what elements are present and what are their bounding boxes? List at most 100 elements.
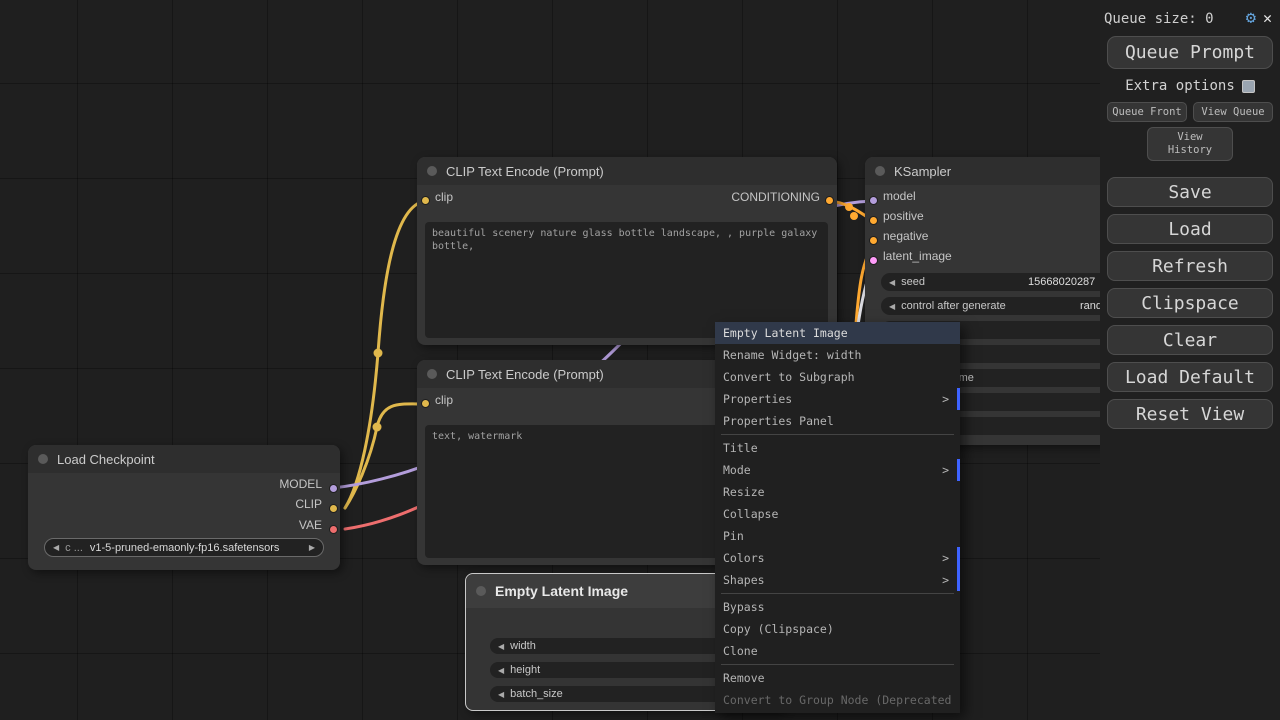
link-midpoint-dot: [850, 212, 858, 220]
decrement-arrow-icon[interactable]: ◀: [889, 302, 895, 311]
sidebar-load-button[interactable]: Load: [1107, 214, 1273, 244]
ckpt-name-combo-widget[interactable]: ◀ c ... v1-5-pruned-emaonly-fp16.safeten…: [44, 538, 324, 557]
link-midpoint-dot: [373, 423, 382, 432]
context-menu-item-clone[interactable]: Clone: [715, 640, 960, 662]
clip-input-port[interactable]: [421, 196, 430, 205]
context-menu-item-mode[interactable]: Mode>: [715, 459, 960, 481]
sidebar-clipspace-button[interactable]: Clipspace: [1107, 288, 1273, 318]
submenu-arrow-icon: >: [942, 388, 949, 410]
latent-image-input-label: latent_image: [883, 249, 952, 263]
widget-name: width: [510, 640, 536, 652]
vae-output-label: VAE: [299, 518, 322, 532]
widget-name: control after generate: [901, 300, 1006, 312]
widget-value: v1-5-pruned-emaonly-fp16.safetensors: [90, 542, 284, 554]
widget-value: 15668020287: [1028, 276, 1099, 288]
decrement-arrow-icon[interactable]: ◀: [498, 690, 504, 699]
node-title: Load Checkpoint: [57, 452, 155, 467]
negative-input-label: negative: [883, 229, 928, 243]
submenu-arrow-icon: >: [942, 459, 949, 481]
context-menu-separator: [721, 664, 954, 665]
sidebar-refresh-button[interactable]: Refresh: [1107, 251, 1273, 281]
conditioning-output-port[interactable]: [825, 196, 834, 205]
widget-name: c ...: [65, 542, 83, 554]
next-arrow-icon[interactable]: ▶: [309, 543, 315, 552]
context-menu-item-properties[interactable]: Properties>: [715, 388, 960, 410]
widget-name: height: [510, 664, 540, 676]
context-menu-item-rename-widget-width[interactable]: Rename Widget: width: [715, 344, 960, 366]
queue-front-button[interactable]: Queue Front: [1107, 102, 1187, 122]
node-title-bar[interactable]: Load Checkpoint: [28, 445, 340, 473]
context-menu-item-remove[interactable]: Remove: [715, 667, 960, 689]
decrement-arrow-icon[interactable]: ◀: [498, 642, 504, 651]
extra-options-label: Extra options: [1125, 78, 1235, 94]
prompt-text-area[interactable]: beautiful scenery nature glass bottle la…: [425, 222, 828, 338]
submenu-arrow-icon: >: [942, 569, 949, 591]
context-menu-item-convert-to-group-node-deprecated-: Convert to Group Node (Deprecated): [715, 689, 960, 711]
node-load-checkpoint[interactable]: Load Checkpoint MODEL CLIP VAE ◀ c ... v…: [28, 445, 340, 570]
clip-output-label: CLIP: [295, 497, 322, 511]
context-menu-item-bypass[interactable]: Bypass: [715, 596, 960, 618]
clip-input-label: clip: [435, 393, 453, 407]
view-queue-button[interactable]: View Queue: [1193, 102, 1273, 122]
node-title: KSampler: [894, 164, 951, 179]
sidebar-reset-view-button[interactable]: Reset View: [1107, 399, 1273, 429]
model-output-label: MODEL: [279, 477, 322, 491]
node-clip-text-encode-positive[interactable]: CLIP Text Encode (Prompt) clip CONDITION…: [417, 157, 837, 345]
wire-clip-to-positive-encode: [345, 201, 425, 508]
sidebar-clear-button[interactable]: Clear: [1107, 325, 1273, 355]
decrement-arrow-icon[interactable]: ◀: [498, 666, 504, 675]
context-menu-item-pin[interactable]: Pin: [715, 525, 960, 547]
context-menu-item-shapes[interactable]: Shapes>: [715, 569, 960, 591]
wire-clip-to-negative-encode: [345, 404, 425, 508]
node-title: CLIP Text Encode (Prompt): [446, 367, 604, 382]
queue-size-label: Queue size: 0: [1104, 11, 1239, 27]
node-graph-canvas[interactable]: CLIP Text Encode (Prompt) clip CONDITION…: [0, 0, 1280, 720]
decrement-arrow-icon[interactable]: ◀: [889, 278, 895, 287]
previous-arrow-icon[interactable]: ◀: [53, 543, 59, 552]
context-menu-title: Empty Latent Image: [715, 322, 960, 344]
vae-output-port[interactable]: [329, 525, 338, 534]
context-menu-item-title[interactable]: Title: [715, 437, 960, 459]
link-midpoint-dot: [845, 203, 853, 211]
model-input-label: model: [883, 189, 916, 203]
collapse-dot-icon[interactable]: [427, 166, 437, 176]
collapse-dot-icon[interactable]: [875, 166, 885, 176]
queue-prompt-button[interactable]: Queue Prompt: [1107, 36, 1273, 69]
link-midpoint-dot: [374, 349, 383, 358]
model-output-port[interactable]: [329, 484, 338, 493]
widget-name: batch_size: [510, 688, 563, 700]
widget-name: seed: [901, 276, 925, 288]
sidebar-save-button[interactable]: Save: [1107, 177, 1273, 207]
context-menu-separator: [721, 593, 954, 594]
sidebar-load-default-button[interactable]: Load Default: [1107, 362, 1273, 392]
positive-input-port[interactable]: [869, 216, 878, 225]
clip-output-port[interactable]: [329, 504, 338, 513]
view-history-button[interactable]: View History: [1147, 127, 1233, 161]
latent-image-input-port[interactable]: [869, 256, 878, 265]
collapse-dot-icon[interactable]: [427, 369, 437, 379]
context-menu-item-convert-to-subgraph[interactable]: Convert to Subgraph: [715, 366, 960, 388]
collapse-dot-icon[interactable]: [476, 586, 486, 596]
node-title-bar[interactable]: CLIP Text Encode (Prompt): [417, 157, 837, 185]
model-input-port[interactable]: [869, 196, 878, 205]
context-menu-item-properties-panel[interactable]: Properties Panel: [715, 410, 960, 432]
extra-options-checkbox[interactable]: [1242, 80, 1255, 93]
close-icon[interactable]: ✕: [1263, 11, 1272, 26]
clip-input-label: clip: [435, 190, 453, 204]
node-title: CLIP Text Encode (Prompt): [446, 164, 604, 179]
node-context-menu: Empty Latent Image Rename Widget: widthC…: [715, 322, 960, 713]
context-menu-separator: [721, 434, 954, 435]
collapse-dot-icon[interactable]: [38, 454, 48, 464]
submenu-arrow-icon: >: [942, 547, 949, 569]
node-title: Empty Latent Image: [495, 583, 628, 599]
positive-input-label: positive: [883, 209, 924, 223]
comfyui-menu-panel: Queue size: 0 ⚙ ✕ Queue Prompt Extra opt…: [1100, 0, 1280, 720]
negative-input-port[interactable]: [869, 236, 878, 245]
context-menu-item-collapse[interactable]: Collapse: [715, 503, 960, 525]
context-menu-item-resize[interactable]: Resize: [715, 481, 960, 503]
conditioning-output-label: CONDITIONING: [731, 190, 820, 204]
context-menu-item-copy-clipspace-[interactable]: Copy (Clipspace): [715, 618, 960, 640]
clip-input-port[interactable]: [421, 399, 430, 408]
settings-gear-icon[interactable]: ⚙: [1246, 10, 1256, 27]
context-menu-item-colors[interactable]: Colors>: [715, 547, 960, 569]
